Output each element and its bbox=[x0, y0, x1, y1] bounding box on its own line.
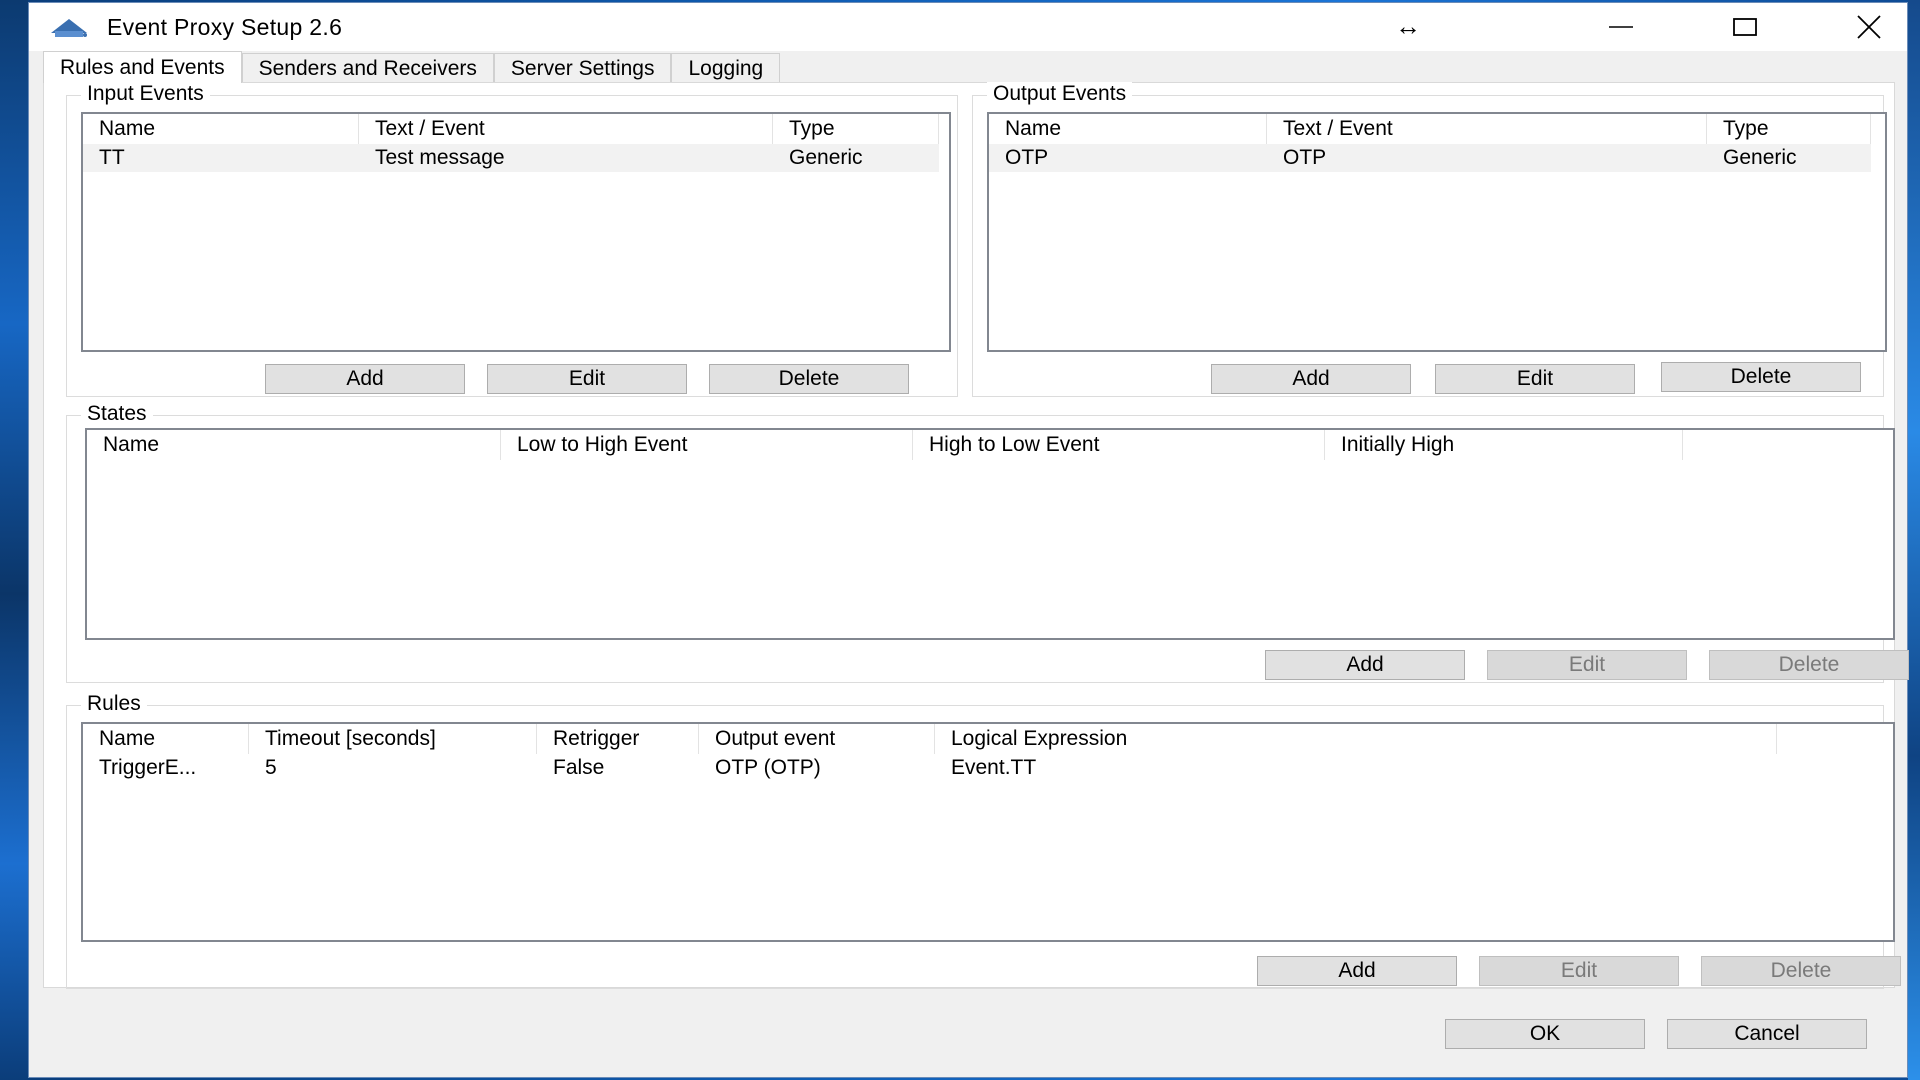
output-events-add-button[interactable]: Add bbox=[1211, 364, 1411, 394]
output-events-list[interactable]: Name Text / Event Type OTP OTP Generic bbox=[987, 112, 1887, 352]
column-header-output-event[interactable]: Output event bbox=[699, 724, 935, 754]
input-events-add-button[interactable]: Add bbox=[265, 364, 465, 394]
column-header-initially-high[interactable]: Initially High bbox=[1325, 430, 1683, 460]
input-events-delete-button[interactable]: Delete bbox=[709, 364, 909, 394]
table-row[interactable]: TT Test message Generic bbox=[83, 144, 939, 172]
maximize-button[interactable] bbox=[1683, 3, 1807, 51]
table-row[interactable]: TriggerE... 5 False OTP (OTP) Event.TT bbox=[83, 754, 1893, 782]
cell-text-event: Test message bbox=[375, 146, 505, 169]
input-events-list[interactable]: Name Text / Event Type TT Test message G… bbox=[81, 112, 951, 352]
states-group: States Name Low to High Event High to Lo… bbox=[66, 402, 1909, 683]
column-header-text-event[interactable]: Text / Event bbox=[1267, 114, 1707, 144]
cell-type: Generic bbox=[1723, 146, 1797, 169]
output-events-title: Output Events bbox=[987, 82, 1133, 106]
resize-horizontal-cursor: ↔ bbox=[1395, 11, 1421, 41]
ok-button[interactable]: OK bbox=[1445, 1019, 1645, 1049]
column-header-low-to-high-event[interactable]: Low to High Event bbox=[501, 430, 913, 460]
states-title: States bbox=[81, 402, 153, 426]
cancel-button[interactable]: Cancel bbox=[1667, 1019, 1867, 1049]
rules-delete-button[interactable]: Delete bbox=[1701, 956, 1901, 986]
cell-logical-expression: Event.TT bbox=[951, 756, 1037, 779]
app-logo-icon bbox=[51, 19, 87, 37]
column-header-text-event[interactable]: Text / Event bbox=[359, 114, 773, 144]
input-events-group: Input Events Name Text / Event Type TT T… bbox=[66, 82, 958, 397]
column-header-name[interactable]: Name bbox=[83, 114, 359, 144]
tab-strip: Rules and Events Senders and Receivers S… bbox=[43, 51, 781, 83]
tab-logging[interactable]: Logging bbox=[671, 53, 781, 83]
rules-group: Rules Name Timeout [seconds] Retrigger O… bbox=[66, 692, 1901, 989]
column-header-name[interactable]: Name bbox=[87, 430, 501, 460]
input-events-edit-button[interactable]: Edit bbox=[487, 364, 687, 394]
rules-header: Name Timeout [seconds] Retrigger Output … bbox=[83, 724, 1893, 754]
cell-type: Generic bbox=[789, 146, 863, 169]
table-row[interactable]: OTP OTP Generic bbox=[989, 144, 1871, 172]
states-list[interactable]: Name Low to High Event High to Low Event… bbox=[85, 428, 1895, 640]
cell-name: OTP bbox=[1005, 146, 1049, 169]
title-bar[interactable]: Event Proxy Setup 2.6 ↔ bbox=[29, 3, 1907, 51]
maximize-icon bbox=[1733, 18, 1757, 36]
states-edit-button[interactable]: Edit bbox=[1487, 650, 1687, 680]
close-icon bbox=[1857, 15, 1881, 39]
input-events-header: Name Text / Event Type bbox=[83, 114, 949, 144]
tab-page-rules-and-events: Input Events Name Text / Event Type TT T… bbox=[43, 82, 1909, 989]
tab-senders-and-receivers[interactable]: Senders and Receivers bbox=[241, 53, 494, 83]
minimize-icon bbox=[1609, 26, 1633, 28]
column-header-high-to-low-event[interactable]: High to Low Event bbox=[913, 430, 1325, 460]
cell-name: TriggerE... bbox=[99, 756, 197, 779]
desktop-background-right bbox=[1908, 0, 1920, 1080]
column-header-timeout[interactable]: Timeout [seconds] bbox=[249, 724, 537, 754]
output-events-group: Output Events Name Text / Event Type OTP… bbox=[972, 82, 1887, 397]
cell-name: TT bbox=[99, 146, 125, 169]
cell-output-event: OTP (OTP) bbox=[715, 756, 821, 779]
input-events-title: Input Events bbox=[81, 82, 210, 106]
tab-server-settings[interactable]: Server Settings bbox=[493, 53, 672, 83]
rules-add-button[interactable]: Add bbox=[1257, 956, 1457, 986]
column-header-retrigger[interactable]: Retrigger bbox=[537, 724, 699, 754]
states-delete-button[interactable]: Delete bbox=[1709, 650, 1909, 680]
column-header-name[interactable]: Name bbox=[83, 724, 249, 754]
column-header-name[interactable]: Name bbox=[989, 114, 1267, 144]
states-header: Name Low to High Event High to Low Event… bbox=[87, 430, 1893, 460]
rules-edit-button[interactable]: Edit bbox=[1479, 956, 1679, 986]
output-events-edit-button[interactable]: Edit bbox=[1435, 364, 1635, 394]
main-window: Event Proxy Setup 2.6 ↔ Rules and Events… bbox=[28, 2, 1909, 1078]
column-header-type[interactable]: Type bbox=[1707, 114, 1871, 144]
window-title: Event Proxy Setup 2.6 bbox=[107, 14, 343, 40]
tab-rules-and-events[interactable]: Rules and Events bbox=[43, 51, 242, 83]
rules-list[interactable]: Name Timeout [seconds] Retrigger Output … bbox=[81, 722, 1895, 942]
desktop-background bbox=[0, 0, 28, 1080]
cell-text-event: OTP bbox=[1283, 146, 1327, 169]
states-add-button[interactable]: Add bbox=[1265, 650, 1465, 680]
output-events-delete-button[interactable]: Delete bbox=[1661, 362, 1861, 392]
rules-title: Rules bbox=[81, 692, 147, 716]
minimize-button[interactable] bbox=[1559, 3, 1683, 51]
cell-timeout: 5 bbox=[265, 756, 277, 779]
cell-retrigger: False bbox=[553, 756, 605, 779]
column-header-logical-expression[interactable]: Logical Expression bbox=[935, 724, 1777, 754]
output-events-header: Name Text / Event Type bbox=[989, 114, 1885, 144]
column-header-type[interactable]: Type bbox=[773, 114, 939, 144]
close-button[interactable] bbox=[1807, 3, 1920, 51]
